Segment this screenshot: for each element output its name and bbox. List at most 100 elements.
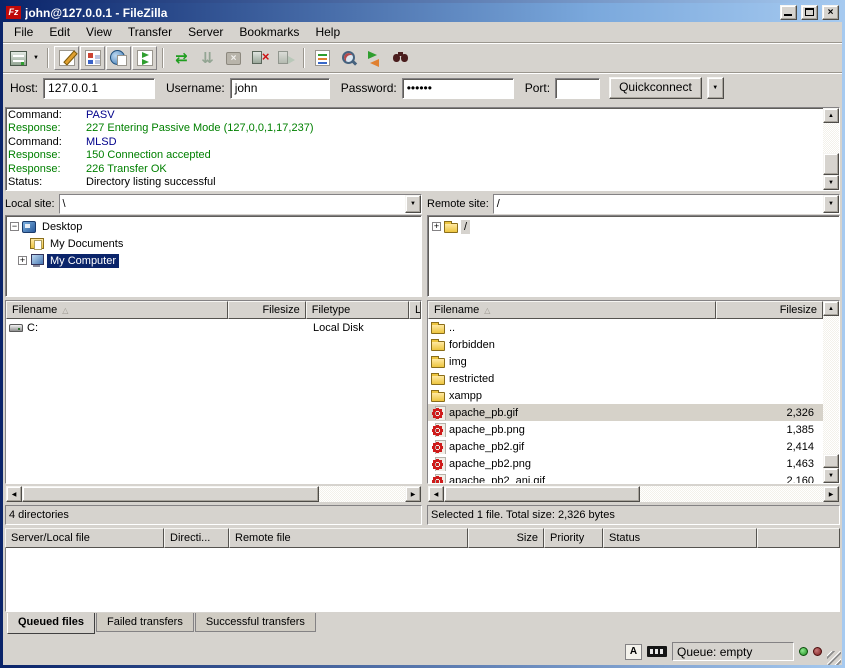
local-disk-icon bbox=[9, 324, 23, 332]
remote-file-row[interactable]: apache_pb2.gif2,414 bbox=[428, 438, 823, 455]
password-input[interactable]: •••••• bbox=[402, 78, 514, 99]
toolbar-separator bbox=[162, 48, 164, 68]
tree-item-my-documents[interactable]: My Documents bbox=[7, 235, 420, 252]
scrollbar-thumb[interactable] bbox=[823, 454, 839, 468]
synchronized-browsing-button[interactable] bbox=[388, 46, 413, 70]
scrollbar-thumb[interactable] bbox=[22, 486, 319, 502]
transfer-type-ascii-icon[interactable]: A bbox=[625, 644, 642, 660]
local-horizontal-scrollbar[interactable]: ◀ ▶ bbox=[6, 486, 421, 502]
minimize-button[interactable] bbox=[780, 5, 797, 20]
quickconnect-dropdown-button[interactable]: ▼ bbox=[707, 77, 724, 99]
reconnect-button[interactable] bbox=[273, 46, 298, 70]
transfer-queue: Server/Local file Directi... Remote file… bbox=[3, 525, 842, 638]
log-line: Response:226 Transfer OK bbox=[8, 163, 823, 176]
remote-column-filename[interactable]: Filename△ bbox=[428, 301, 716, 319]
scroll-left-button[interactable]: ◀ bbox=[6, 486, 22, 502]
collapse-icon[interactable]: − bbox=[10, 222, 19, 231]
remote-file-row[interactable]: apache_pb2_ani.gif2,160 bbox=[428, 472, 823, 483]
queue-column-direction[interactable]: Directi... bbox=[164, 528, 229, 548]
menu-file[interactable]: File bbox=[6, 23, 41, 41]
tab-failed-transfers[interactable]: Failed transfers bbox=[96, 613, 194, 632]
expand-icon[interactable]: + bbox=[18, 256, 27, 265]
tree-item-my-computer[interactable]: + My Computer bbox=[7, 252, 420, 269]
site-manager-dropdown-button[interactable]: ▼ bbox=[30, 46, 42, 70]
image-file-icon bbox=[431, 406, 445, 420]
tree-item-root[interactable]: + / bbox=[429, 218, 838, 235]
close-button[interactable]: × bbox=[822, 5, 839, 20]
scroll-left-button[interactable]: ◀ bbox=[428, 486, 444, 502]
username-input[interactable]: john bbox=[230, 78, 330, 99]
sort-ascending-icon: △ bbox=[484, 306, 490, 315]
sort-ascending-icon: △ bbox=[62, 306, 68, 315]
log-vertical-scrollbar[interactable]: ▲ ▼ bbox=[823, 108, 839, 190]
remote-column-filesize[interactable]: Filesize bbox=[716, 301, 823, 319]
remote-file-row[interactable]: .. bbox=[428, 319, 823, 336]
host-input[interactable]: 127.0.0.1 bbox=[43, 78, 155, 99]
tab-queued-files[interactable]: Queued files bbox=[7, 613, 95, 634]
local-site-combobox[interactable]: \ ▼ bbox=[59, 194, 422, 214]
remote-site-combobox[interactable]: / ▼ bbox=[493, 194, 840, 214]
directory-comparison-button[interactable] bbox=[362, 46, 387, 70]
queue-column-size[interactable]: Size bbox=[468, 528, 544, 548]
quickconnect-button[interactable]: Quickconnect bbox=[609, 77, 702, 99]
toggle-local-tree-button[interactable] bbox=[80, 46, 105, 70]
tab-successful-transfers[interactable]: Successful transfers bbox=[195, 613, 316, 632]
directory-listing-filters-button[interactable] bbox=[310, 46, 335, 70]
process-queue-button[interactable]: ⇊ bbox=[195, 46, 220, 70]
remote-horizontal-scrollbar[interactable]: ◀ ▶ bbox=[428, 486, 839, 502]
remote-file-row[interactable]: restricted bbox=[428, 370, 823, 387]
menu-transfer[interactable]: Transfer bbox=[120, 23, 180, 41]
maximize-button[interactable] bbox=[801, 5, 818, 20]
scrollbar-thumb[interactable] bbox=[823, 153, 839, 175]
expand-icon[interactable]: + bbox=[432, 222, 441, 231]
toggle-message-log-button[interactable] bbox=[54, 46, 79, 70]
quickconnect-bar: Host: 127.0.0.1 Username: john Password:… bbox=[3, 72, 842, 103]
local-column-filesize[interactable]: Filesize bbox=[228, 301, 305, 319]
combo-dropdown-button[interactable]: ▼ bbox=[405, 195, 421, 213]
scroll-down-button[interactable]: ▼ bbox=[823, 175, 839, 190]
menu-help[interactable]: Help bbox=[307, 23, 348, 41]
file-search-button[interactable] bbox=[336, 46, 361, 70]
scrollbar-thumb[interactable] bbox=[444, 486, 640, 502]
log-line: Command:PASV bbox=[8, 109, 823, 122]
menu-view[interactable]: View bbox=[78, 23, 120, 41]
scroll-right-button[interactable]: ▶ bbox=[405, 486, 421, 502]
scroll-down-button[interactable]: ▼ bbox=[823, 468, 839, 483]
local-column-filetype[interactable]: Filetype bbox=[306, 301, 409, 319]
local-file-row[interactable]: C: Local Disk bbox=[6, 319, 421, 336]
remote-vertical-scrollbar[interactable]: ▲ ▼ bbox=[823, 301, 839, 483]
refresh-button[interactable]: ⇄ bbox=[169, 46, 194, 70]
close-icon: × bbox=[828, 7, 834, 18]
menu-edit[interactable]: Edit bbox=[41, 23, 78, 41]
local-column-filename[interactable]: Filename△ bbox=[6, 301, 228, 319]
remote-status-text: Selected 1 file. Total size: 2,326 bytes bbox=[427, 505, 840, 525]
remote-file-row[interactable]: apache_pb2.png1,463 bbox=[428, 455, 823, 472]
scroll-up-button[interactable]: ▲ bbox=[823, 108, 839, 123]
toggle-transfer-queue-button[interactable] bbox=[132, 46, 157, 70]
speed-limit-badge-icon[interactable] bbox=[647, 646, 667, 657]
port-input[interactable] bbox=[555, 78, 600, 99]
remote-file-row[interactable]: xampp bbox=[428, 387, 823, 404]
queue-column-status[interactable]: Status bbox=[603, 528, 757, 548]
resize-grip[interactable] bbox=[827, 651, 841, 665]
menu-server[interactable]: Server bbox=[180, 23, 231, 41]
menu-bookmarks[interactable]: Bookmarks bbox=[231, 23, 307, 41]
queue-column-serverlocal[interactable]: Server/Local file bbox=[5, 528, 164, 548]
queue-column-priority[interactable]: Priority bbox=[544, 528, 603, 548]
arrow-up-icon: ▲ bbox=[828, 113, 834, 119]
remote-file-row[interactable]: apache_pb.png1,385 bbox=[428, 421, 823, 438]
scroll-right-button[interactable]: ▶ bbox=[823, 486, 839, 502]
disconnect-button[interactable]: × bbox=[247, 46, 272, 70]
combo-dropdown-button[interactable]: ▼ bbox=[823, 195, 839, 213]
remote-file-row-selected[interactable]: apache_pb.gif2,326 bbox=[428, 404, 823, 421]
remote-file-row[interactable]: img bbox=[428, 353, 823, 370]
local-column-lastmodified[interactable]: L bbox=[409, 301, 421, 319]
tree-item-desktop[interactable]: − Desktop bbox=[7, 218, 420, 235]
scroll-up-button[interactable]: ▲ bbox=[823, 301, 839, 316]
arrow-down-icon: ▼ bbox=[828, 473, 834, 479]
site-manager-button[interactable] bbox=[7, 46, 29, 70]
remote-file-row[interactable]: forbidden bbox=[428, 336, 823, 353]
cancel-operation-button[interactable]: × bbox=[221, 46, 246, 70]
queue-column-remotefile[interactable]: Remote file bbox=[229, 528, 468, 548]
toggle-remote-tree-button[interactable] bbox=[106, 46, 131, 70]
